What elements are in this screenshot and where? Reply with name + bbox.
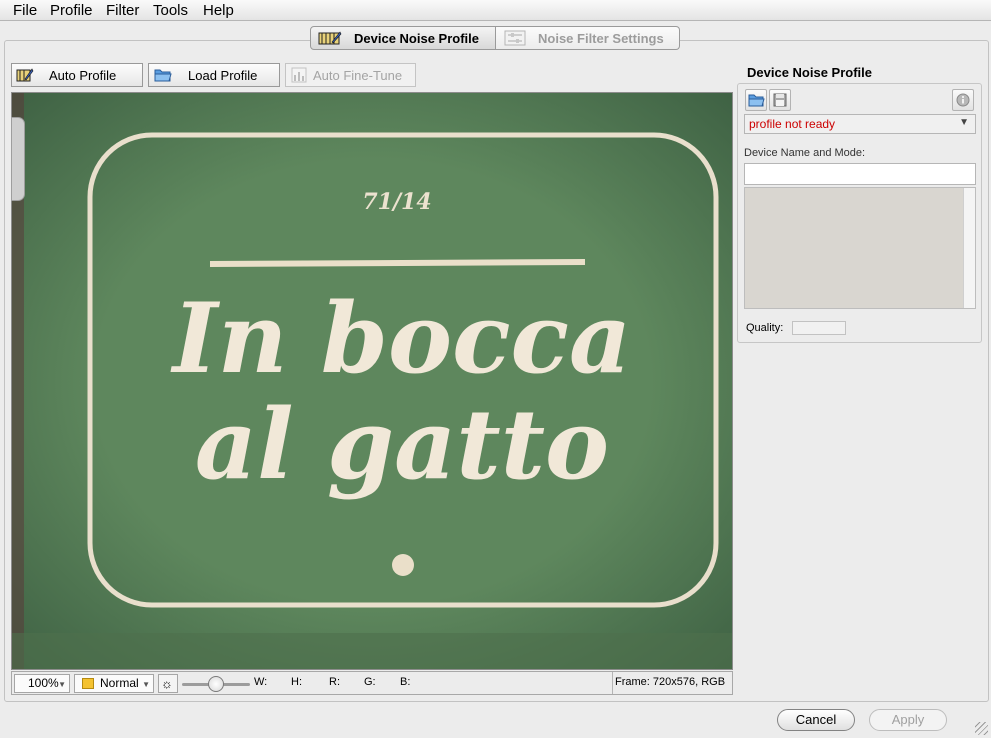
menu-file[interactable]: File	[13, 2, 37, 19]
auto-profile-icon	[16, 67, 34, 83]
profile-details-area[interactable]	[744, 187, 976, 309]
open-profile-button[interactable]	[745, 89, 767, 111]
disk-icon	[773, 93, 787, 107]
cancel-button[interactable]: Cancel	[777, 709, 855, 731]
device-name-label: Device Name and Mode:	[744, 147, 866, 159]
info-button[interactable]	[952, 89, 974, 111]
side-panel-handle[interactable]	[11, 117, 25, 201]
title-line-2: al gatto	[194, 388, 610, 501]
image-preview[interactable]: 71/14 In bocca al gatto	[11, 92, 733, 670]
auto-profile-button[interactable]: Auto Profile	[11, 63, 143, 87]
menu-help[interactable]: Help	[203, 2, 234, 19]
folder-open-icon	[154, 67, 172, 83]
tab-device-noise-profile-label: Device Noise Profile	[354, 30, 479, 46]
load-profile-button[interactable]: Load Profile	[148, 63, 280, 87]
frame-number-text: 71/14	[362, 189, 432, 215]
auto-fine-tune-button[interactable]: Auto Fine-Tune	[285, 63, 416, 87]
mode-value: Normal	[100, 676, 139, 690]
quality-label: Quality:	[746, 322, 784, 334]
menu-filter[interactable]: Filter	[106, 2, 139, 19]
profile-select[interactable]: profile not ready ▼	[744, 114, 976, 134]
quality-meter	[792, 321, 846, 335]
tab-noise-filter-settings-label: Noise Filter Settings	[538, 30, 664, 46]
sliders-icon	[504, 30, 526, 46]
brightness-slider-thumb[interactable]	[208, 676, 224, 692]
title-line-1: In bocca	[172, 282, 632, 395]
chevron-down-icon: ▼	[142, 680, 150, 689]
menu-bar: File Profile Filter Tools Help	[0, 0, 991, 21]
height-readout: H:	[291, 676, 302, 688]
frame-info: Frame: 720x576, RGB	[615, 676, 726, 688]
auto-fine-tune-label: Auto Fine-Tune	[313, 67, 403, 83]
mode-color-icon	[82, 678, 94, 689]
status-bar: 100% ▼ Normal ▼ ☼ W: H: R: G: B: Frame: …	[11, 671, 733, 695]
width-readout: W:	[254, 676, 268, 688]
details-scrollbar[interactable]	[963, 188, 975, 308]
info-icon	[956, 93, 970, 107]
menu-profile[interactable]: Profile	[50, 2, 93, 19]
zoom-value: 100%	[28, 676, 59, 690]
device-noise-profile-panel: profile not ready ▼ Device Name and Mode…	[737, 83, 982, 343]
chevron-down-icon: ▼	[58, 680, 66, 689]
panel-title: Device Noise Profile	[747, 65, 872, 80]
brightness-button[interactable]: ☼	[158, 674, 178, 693]
bar-chart-icon	[291, 67, 307, 83]
green-readout: G:	[364, 676, 376, 688]
mode-select[interactable]: Normal ▼	[74, 674, 154, 693]
save-profile-button[interactable]	[769, 89, 791, 111]
device-name-field[interactable]	[744, 163, 976, 185]
folder-open-icon	[748, 94, 765, 107]
resize-grip[interactable]	[975, 722, 988, 735]
load-profile-label: Load Profile	[188, 67, 258, 83]
profile-status: profile not ready	[749, 117, 836, 131]
apply-button[interactable]: Apply	[869, 709, 947, 731]
profile-icon	[318, 30, 342, 46]
auto-profile-label: Auto Profile	[49, 67, 117, 83]
red-readout: R:	[329, 676, 340, 688]
status-divider	[612, 672, 613, 694]
tab-noise-filter-settings[interactable]: Noise Filter Settings	[496, 26, 680, 50]
blue-readout: B:	[400, 676, 411, 688]
tab-device-noise-profile[interactable]: Device Noise Profile	[310, 26, 496, 50]
menu-tools[interactable]: Tools	[153, 2, 188, 19]
chevron-down-icon: ▼	[959, 117, 969, 128]
zoom-select[interactable]: 100% ▼	[14, 674, 70, 693]
sun-icon: ☼	[161, 676, 173, 691]
